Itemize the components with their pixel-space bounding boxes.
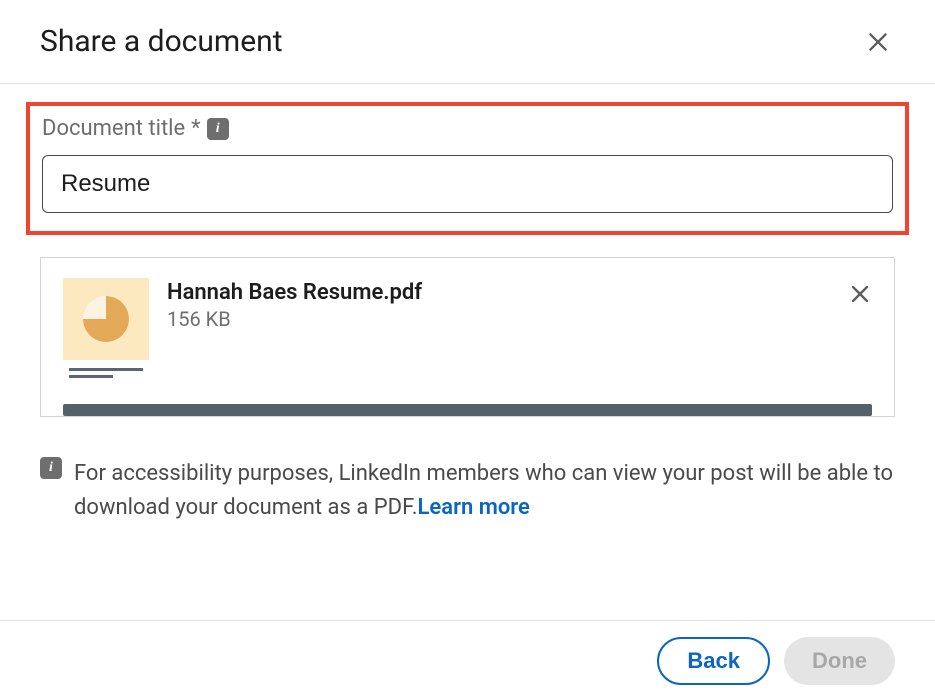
modal-title: Share a document [40,24,283,59]
file-thumbnail [63,278,149,378]
file-name: Hannah Baes Resume.pdf [167,280,830,305]
close-icon [865,29,891,55]
document-thumbnail-icon [63,278,149,360]
title-label: Document title [42,116,185,141]
upload-progress-bar [63,404,872,416]
required-indicator: * [191,116,200,141]
note-text: For accessibility purposes, LinkedIn mem… [74,457,895,525]
thumbnail-lines-icon [69,368,143,378]
info-icon: i [40,457,62,479]
modal-footer: Back Done [0,620,935,697]
file-row: Hannah Baes Resume.pdf 156 KB [63,278,872,378]
back-button[interactable]: Back [657,637,770,685]
learn-more-link[interactable]: Learn more [418,495,530,520]
title-label-row: Document title * i [42,116,893,141]
modal-body: Document title * i Hannah Baes Resume.pd… [0,84,935,525]
remove-file-button[interactable] [848,278,872,310]
file-size: 156 KB [167,307,830,331]
attached-file-card: Hannah Baes Resume.pdf 156 KB [40,257,895,417]
close-button[interactable] [861,25,895,59]
file-info: Hannah Baes Resume.pdf 156 KB [167,278,830,331]
done-button[interactable]: Done [784,637,895,685]
document-title-input[interactable] [42,155,893,213]
title-field-highlight: Document title * i [26,102,909,235]
modal-header: Share a document [0,0,935,84]
info-icon[interactable]: i [207,118,229,140]
accessibility-note: i For accessibility purposes, LinkedIn m… [40,457,895,525]
close-icon [848,282,872,306]
